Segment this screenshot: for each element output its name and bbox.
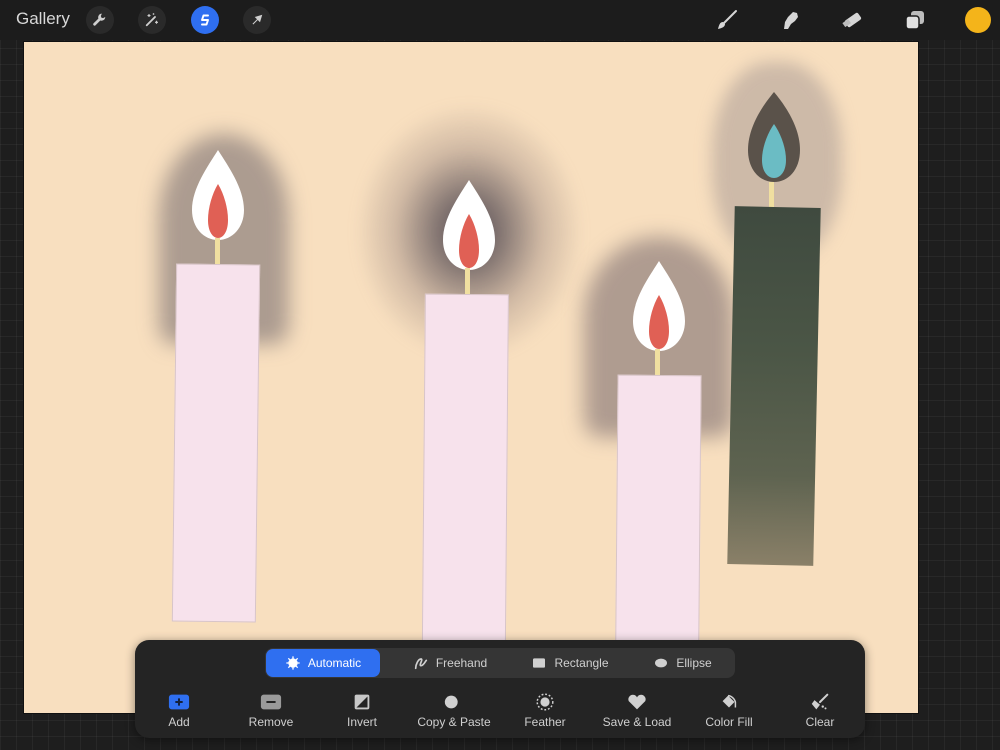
layers-icon [905, 11, 924, 30]
candle-2-flame [443, 180, 495, 270]
brush-icon [718, 10, 737, 29]
mode-freehand[interactable]: Freehand [395, 649, 505, 677]
eraser-tool[interactable] [837, 5, 867, 35]
plus-box-icon [168, 694, 190, 710]
candle-2-wick [465, 268, 470, 294]
feather-icon [536, 693, 554, 711]
ellipse-icon [655, 658, 668, 668]
candle-1-wick [215, 238, 220, 264]
color-fill-label: Color Fill [705, 715, 753, 729]
candle-3-wick [655, 349, 660, 375]
magic-wand-icon [145, 13, 158, 27]
mode-rectangle-label: Rectangle [554, 656, 609, 670]
drawing-canvas[interactable] [24, 42, 918, 713]
heart-icon [628, 694, 646, 710]
remove-label: Remove [248, 715, 294, 729]
gallery-button[interactable]: Gallery [16, 9, 70, 29]
brush-tool[interactable] [712, 5, 742, 35]
freehand-scribble-icon [414, 658, 427, 670]
save-load-label: Save & Load [602, 715, 672, 729]
selection-s-icon [201, 14, 209, 26]
color-picker-button[interactable] [965, 7, 991, 33]
candle-4-flame [748, 92, 800, 182]
mode-freehand-label: Freehand [435, 656, 488, 670]
smudge-finger-icon [784, 12, 798, 29]
copy-paste-icon [444, 695, 464, 709]
feather-label: Feather [524, 715, 566, 729]
add-button[interactable]: Add [134, 692, 224, 729]
adjustments-button[interactable] [138, 6, 166, 34]
copy-paste-button[interactable]: Copy & Paste [409, 692, 499, 729]
candle-1-flame [192, 150, 244, 240]
clear-button[interactable]: Clear [775, 692, 865, 729]
copy-paste-label: Copy & Paste [417, 715, 491, 729]
mode-ellipse-label: Ellipse [676, 656, 712, 670]
minus-box-icon [260, 694, 282, 710]
selection-toolbar: Automatic Freehand Rectangle Ellipse Add… [135, 640, 865, 738]
invert-label: Invert [346, 715, 377, 729]
broom-icon [811, 693, 829, 710]
feather-button[interactable]: Feather [500, 692, 590, 729]
wrench-icon [93, 13, 106, 26]
mode-ellipse[interactable]: Ellipse [635, 649, 730, 677]
rectangle-icon [533, 658, 546, 668]
invert-icon [354, 694, 370, 710]
paint-bucket-icon [722, 694, 737, 708]
smudge-tool[interactable] [775, 5, 805, 35]
eraser-icon [842, 12, 862, 28]
candle-1-body [171, 263, 261, 623]
color-fill-button[interactable]: Color Fill [684, 692, 774, 729]
selection-button[interactable] [191, 6, 219, 34]
actions-button[interactable] [86, 6, 114, 34]
mode-rectangle[interactable]: Rectangle [515, 649, 625, 677]
transform-button[interactable] [243, 6, 271, 34]
remove-button[interactable]: Remove [226, 692, 316, 729]
invert-button[interactable]: Invert [317, 692, 407, 729]
mode-automatic[interactable]: Automatic [266, 649, 380, 677]
candle-4-body [727, 206, 821, 566]
mode-automatic-label: Automatic [307, 656, 362, 670]
add-label: Add [168, 715, 190, 729]
layers-tool[interactable] [900, 5, 930, 35]
save-load-button[interactable]: Save & Load [592, 692, 682, 729]
sunburst-icon [286, 656, 300, 670]
arrow-cursor-icon [252, 14, 263, 25]
top-bar: Gallery [0, 0, 1000, 40]
candle-3-flame [633, 261, 685, 351]
clear-label: Clear [805, 715, 835, 729]
candle-4-wick [769, 182, 774, 207]
selection-mode-group: Automatic Freehand Rectangle Ellipse [265, 648, 735, 678]
